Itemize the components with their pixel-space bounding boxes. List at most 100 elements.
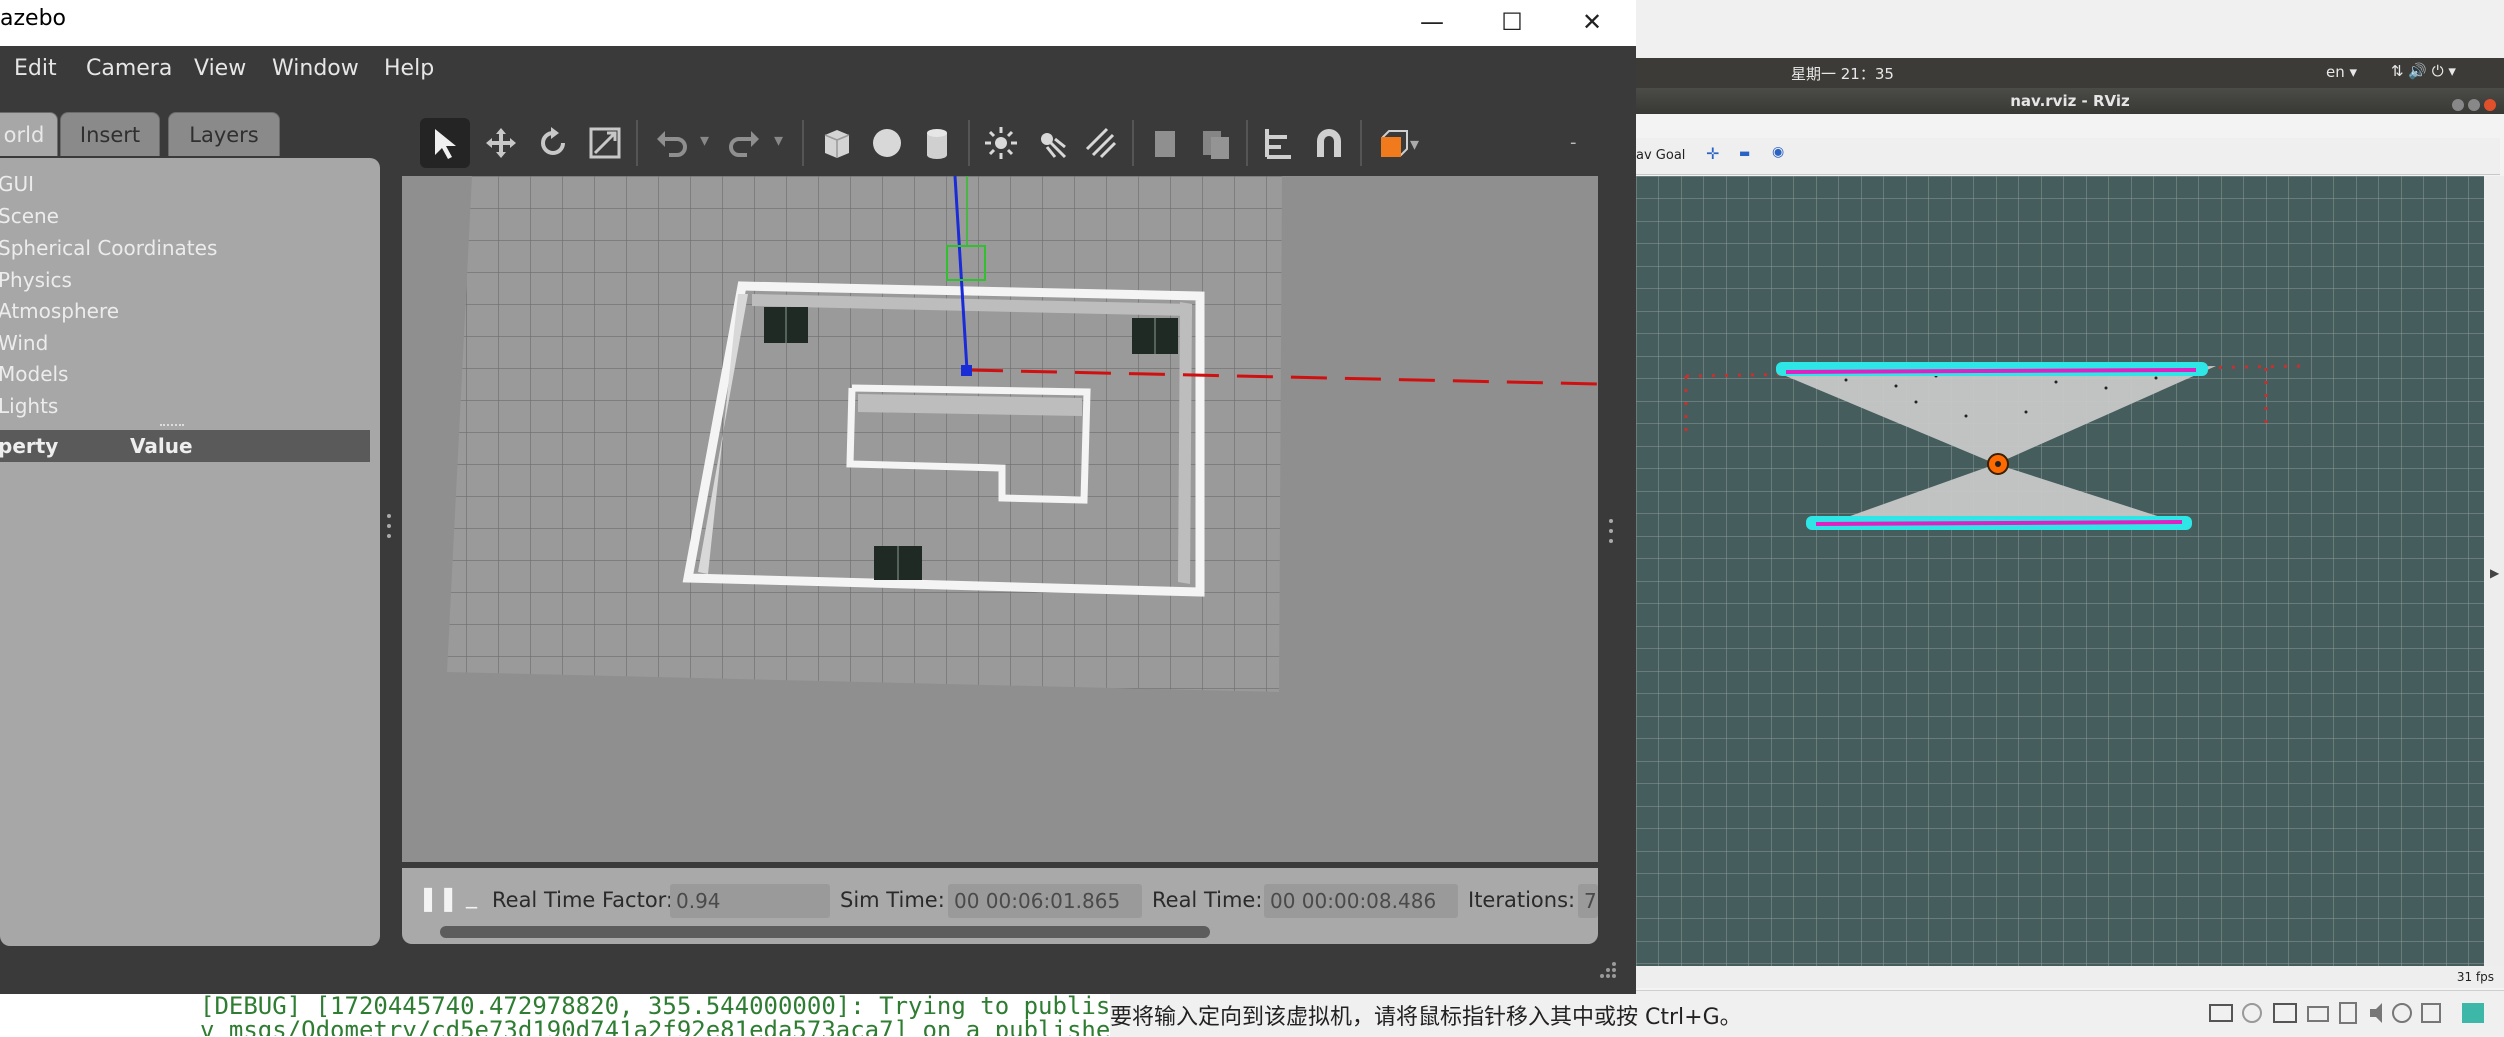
rviz-scene[interactable] — [1636, 176, 2484, 966]
undo-dropdown-icon[interactable]: ▾ — [700, 130, 709, 151]
iterations-label: Iterations: — [1468, 888, 1576, 912]
cylinder-icon[interactable] — [912, 118, 962, 168]
robot-center — [1995, 461, 2001, 467]
robot-origin-marker[interactable] — [961, 365, 972, 376]
tree-item-gui[interactable]: GUI — [0, 172, 34, 196]
rtf-value: 0.94 — [670, 884, 830, 918]
gazebo-window-title: azebo — [0, 6, 66, 31]
toolbar-separator — [636, 120, 638, 166]
gazebo-titlebar[interactable]: azebo — ☐ ✕ — [0, 0, 1636, 47]
window-controls-icon[interactable] — [2452, 98, 2496, 112]
real-time-label: Real Time: — [1152, 888, 1263, 912]
redo-dropdown-icon[interactable]: ▾ — [774, 130, 783, 151]
value-column-header: Value — [130, 434, 193, 458]
maximize-button[interactable]: ☐ — [1472, 2, 1552, 42]
time-panel-scrollbar[interactable] — [440, 926, 1210, 938]
left-splitter-handle[interactable] — [386, 510, 392, 550]
vmware-status-bar: 要将输入定向到该虚拟机，请将鼠标指针移入其中或按 Ctrl+G。 — [1110, 990, 2504, 1037]
tree-item-scene[interactable]: Scene — [0, 204, 59, 228]
tree-item-models[interactable]: Models — [0, 362, 68, 386]
rviz-toolbar: av Goal ✛ ▬ ◉ — [1636, 138, 2500, 175]
sim-time-label: Sim Time: — [840, 888, 945, 912]
right-splitter-handle[interactable] — [1608, 515, 1614, 555]
clock[interactable]: 星期一 21：35 — [1791, 63, 1894, 84]
remove-display-icon[interactable]: ▬ — [1739, 146, 1750, 160]
global-path-bottom — [1815, 520, 2183, 526]
world-tree-panel: GUI Scene Spherical Coordinates Physics … — [0, 158, 380, 946]
toolbar-separator — [1360, 120, 1362, 166]
translate-icon[interactable] — [476, 118, 526, 168]
vm-input-hint: 要将输入定向到该虚拟机，请将鼠标指针移入其中或按 Ctrl+G。 — [1110, 1005, 1742, 1030]
rtf-label: Real Time Factor: — [492, 888, 674, 912]
box-icon[interactable] — [812, 118, 862, 168]
gazebo-3d-viewport[interactable] — [402, 176, 1598, 862]
redo-icon[interactable] — [720, 118, 770, 168]
scale-icon[interactable] — [580, 118, 630, 168]
property-header: perty Value — [0, 430, 370, 462]
real-time-value: 00 00:00:08.486 — [1264, 884, 1458, 918]
terminal-line: v msgs/Odometry/cd5e73d190d741a2f92e81ed… — [200, 1016, 1110, 1036]
step-button[interactable]: _ — [466, 884, 477, 909]
snap-icon[interactable] — [1304, 118, 1354, 168]
fps-counter: 31 fps — [2456, 970, 2494, 984]
tab-insert[interactable]: Insert — [60, 112, 160, 156]
scene-toolbar: ▾ ▾ ▾ - — [410, 112, 1594, 174]
close-button[interactable]: ✕ — [1552, 2, 1632, 42]
toolbar-overflow-icon[interactable]: - — [1570, 132, 1577, 153]
resize-grip-icon[interactable] — [1596, 958, 1618, 980]
rviz-side-strip[interactable]: ▶ — [2484, 176, 2504, 966]
undo-icon[interactable] — [646, 118, 696, 168]
rviz-window-controls[interactable] — [2452, 94, 2496, 111]
language-indicator[interactable]: en ▾ — [2326, 63, 2357, 81]
splitter-handle[interactable] — [160, 424, 184, 429]
menu-camera[interactable]: Camera — [86, 56, 172, 81]
gazebo-menubar: Edit Camera View Window Help — [0, 46, 1636, 94]
tree-item-lights[interactable]: Lights — [0, 394, 58, 418]
add-display-icon[interactable]: ✛ — [1706, 144, 1719, 163]
tree-item-physics[interactable]: Physics — [0, 268, 72, 292]
point-light-icon[interactable] — [976, 118, 1026, 168]
select-arrow-icon[interactable] — [420, 118, 470, 168]
toolbar-separator — [1246, 120, 1248, 166]
tree-item-atmosphere[interactable]: Atmosphere — [0, 299, 119, 323]
sim-time-value: 00 00:06:01.865 — [948, 884, 1142, 918]
copy-icon[interactable] — [1140, 118, 1190, 168]
menu-window[interactable]: Window — [272, 56, 359, 81]
rviz-titlebar: nav.rviz - RViz — [1636, 88, 2504, 114]
minimize-button[interactable]: — — [1392, 2, 1472, 42]
terminal-output: [DEBUG] [1720445740.472978820, 355.54400… — [0, 992, 1110, 1036]
ubuntu-top-panel: 星期一 21：35 en ▾ ⇅ 🔊 ⏻ ▾ — [1636, 58, 2504, 88]
rviz-window-title: nav.rviz - RViz — [2010, 92, 2130, 110]
iterations-value: 7( — [1578, 884, 1598, 918]
global-path-top — [1785, 368, 2197, 374]
pause-button[interactable]: ❚❚ — [418, 884, 458, 912]
menu-edit[interactable]: Edit — [14, 56, 57, 81]
vm-device-icons[interactable] — [2200, 999, 2500, 1029]
nav-goal-button[interactable]: av Goal — [1636, 148, 1685, 163]
directional-light-icon[interactable] — [1076, 118, 1126, 168]
wall-shadow — [1178, 302, 1192, 584]
toolbar-separator — [968, 120, 970, 166]
rviz-status-bar: 31 fps — [1636, 966, 2504, 988]
tree-item-spherical-coordinates[interactable]: Spherical Coordinates — [0, 236, 217, 260]
gazebo-scene[interactable] — [402, 176, 1598, 862]
view-angle-dropdown-icon[interactable]: ▾ — [1410, 134, 1419, 155]
rviz-grid — [1636, 176, 2484, 966]
vmware-header — [1636, 0, 2504, 59]
rviz-3d-view[interactable] — [1636, 176, 2484, 966]
toolbar-separator — [1132, 120, 1134, 166]
align-icon[interactable] — [1254, 118, 1304, 168]
tree-item-wind[interactable]: Wind — [0, 331, 48, 355]
system-tray[interactable]: ⇅ 🔊 ⏻ ▾ — [2391, 62, 2456, 80]
sphere-icon[interactable] — [862, 118, 912, 168]
menu-help[interactable]: Help — [384, 56, 434, 81]
menu-view[interactable]: View — [194, 56, 246, 81]
rotate-icon[interactable] — [528, 118, 578, 168]
view-eye-icon[interactable]: ◉ — [1772, 144, 1784, 160]
tab-world[interactable]: orld — [0, 112, 58, 156]
tab-layers[interactable]: Layers — [168, 112, 280, 156]
toolbar-separator — [802, 120, 804, 166]
paste-icon[interactable] — [1190, 118, 1240, 168]
expand-arrow-icon[interactable]: ▶ — [2490, 566, 2499, 580]
spot-light-icon[interactable] — [1026, 118, 1076, 168]
